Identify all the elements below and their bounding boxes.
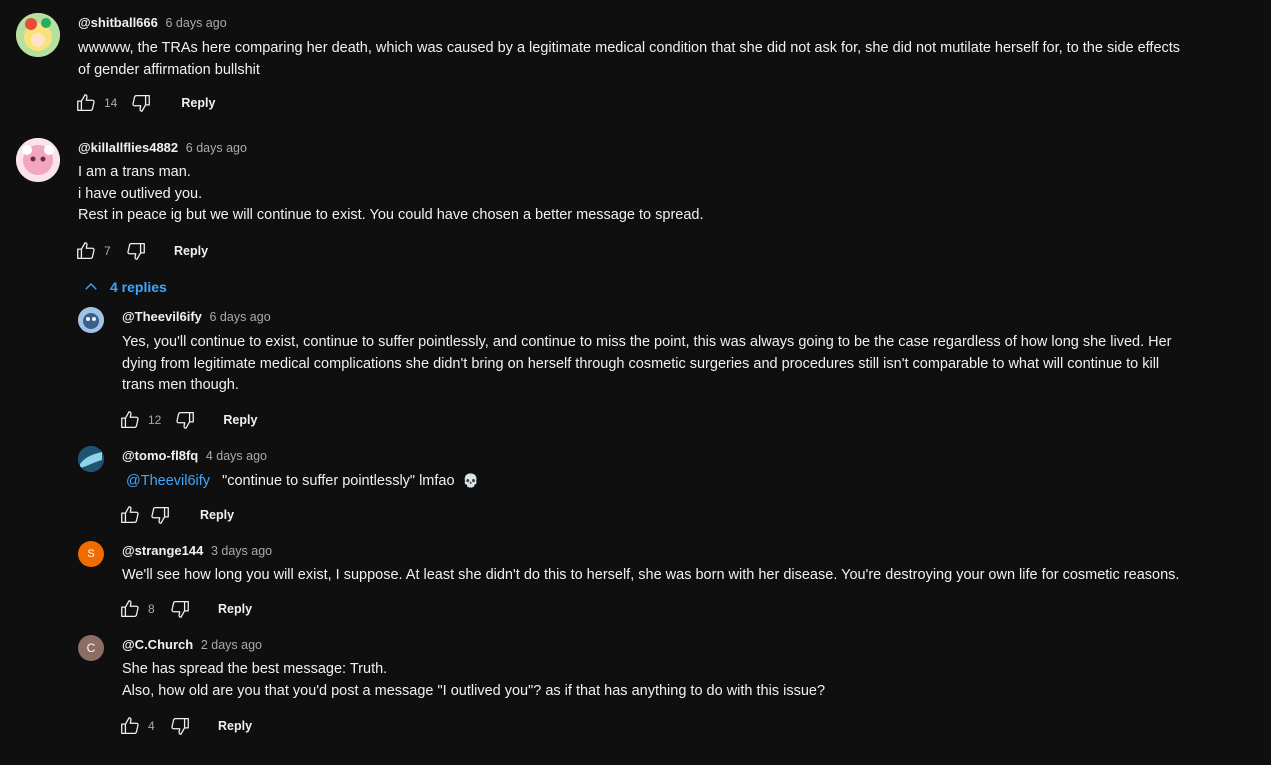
like-icon[interactable] xyxy=(118,503,142,527)
like-count: 14 xyxy=(104,96,118,110)
avatar[interactable] xyxy=(78,307,104,333)
avatar-image xyxy=(16,138,60,182)
avatar-image xyxy=(78,446,104,472)
replies-count-label: 4 replies xyxy=(110,279,167,295)
avatar-image xyxy=(16,13,60,57)
comment-text: I am a trans man. i have outlived you. R… xyxy=(78,164,704,223)
reply-button[interactable]: Reply xyxy=(181,96,215,110)
comment-text: She has spread the best message: Truth. … xyxy=(122,661,826,699)
reply-button[interactable]: Reply xyxy=(174,244,208,258)
chevron-up-icon xyxy=(85,283,97,290)
comment-actions: 7 Reply xyxy=(74,239,208,263)
comment-text: wwwww, the TRAs here comparing her death… xyxy=(78,40,1181,78)
like-icon[interactable] xyxy=(118,597,142,621)
reply-button[interactable]: Reply xyxy=(218,719,252,733)
comment-text: @Theevil6ify "continue to suffer pointle… xyxy=(122,470,1255,493)
reply-text: "continue to suffer pointlessly" lmfao xyxy=(222,473,455,489)
comment-actions: 14 Reply xyxy=(74,91,215,115)
comment-timestamp[interactable]: 4 days ago xyxy=(206,449,267,463)
like-count: 12 xyxy=(148,413,162,427)
avatar-letter: S xyxy=(87,548,95,560)
like-count: 7 xyxy=(104,244,111,258)
like-icon[interactable] xyxy=(118,408,142,432)
comment-actions: 8 Reply xyxy=(118,597,252,621)
skull-emoji-icon: 💀 xyxy=(462,473,479,488)
comment-timestamp[interactable]: 6 days ago xyxy=(210,310,271,324)
avatar[interactable]: S xyxy=(78,541,104,567)
comment-author[interactable]: @killallflies4882 xyxy=(78,140,178,155)
comment-timestamp[interactable]: 2 days ago xyxy=(201,638,262,652)
comment-actions: 12 Reply xyxy=(118,408,257,432)
like-count: 4 xyxy=(148,719,155,733)
comment-author[interactable]: @strange144 xyxy=(122,543,203,558)
comment-actions: Reply xyxy=(118,503,234,527)
reply-button[interactable]: Reply xyxy=(218,602,252,616)
comment-text: Yes, you'll continue to exist, continue … xyxy=(122,334,1172,393)
comment-author[interactable]: @shitball666 xyxy=(78,15,158,30)
comment-timestamp[interactable]: 3 days ago xyxy=(211,544,272,558)
comment-timestamp[interactable]: 6 days ago xyxy=(166,16,227,30)
avatar-letter: C xyxy=(86,641,96,655)
comment-actions: 4 Reply xyxy=(118,714,252,738)
avatar[interactable] xyxy=(16,138,60,182)
dislike-icon[interactable] xyxy=(168,597,192,621)
avatar[interactable] xyxy=(16,13,60,57)
avatar-image xyxy=(78,307,104,333)
dislike-icon[interactable] xyxy=(129,91,153,115)
comment-author[interactable]: @C.Church xyxy=(122,637,193,652)
mention-link[interactable]: @Theevil6ify xyxy=(126,473,210,489)
avatar[interactable]: C xyxy=(78,635,104,661)
dislike-icon[interactable] xyxy=(148,503,172,527)
comment-text: We'll see how long you will exist, I sup… xyxy=(122,567,1180,583)
like-icon[interactable] xyxy=(74,91,98,115)
like-count: 8 xyxy=(148,602,155,616)
comment-timestamp[interactable]: 6 days ago xyxy=(186,141,247,155)
like-icon[interactable] xyxy=(74,239,98,263)
reply-button[interactable]: Reply xyxy=(223,413,257,427)
reply-button[interactable]: Reply xyxy=(200,508,234,522)
dislike-icon[interactable] xyxy=(173,408,197,432)
comment-author[interactable]: @tomo-fl8fq xyxy=(122,448,198,463)
comment-author[interactable]: @Theevil6ify xyxy=(122,309,202,324)
replies-toggle-button[interactable]: 4 replies xyxy=(82,278,167,296)
dislike-icon[interactable] xyxy=(124,239,148,263)
avatar[interactable] xyxy=(78,446,104,472)
dislike-icon[interactable] xyxy=(168,714,192,738)
like-icon[interactable] xyxy=(118,714,142,738)
